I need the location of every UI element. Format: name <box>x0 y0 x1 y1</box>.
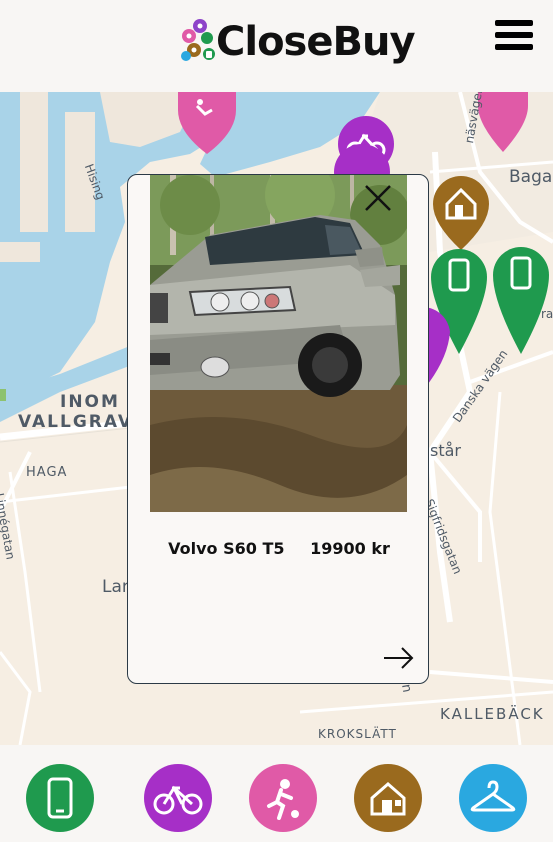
map-label-vallgrav: VALLGRAV <box>18 412 134 432</box>
close-icon[interactable] <box>363 183 393 213</box>
map-label-inom: INOM <box>60 392 120 412</box>
listing-price: 19900 kr <box>310 539 390 558</box>
map-label-bagare: Baga <box>509 167 553 187</box>
logo-mark-icon <box>176 16 218 68</box>
map-label-ra: ra <box>541 307 553 321</box>
header: CloseBuy <box>0 0 553 92</box>
map-label-lar: Lar <box>102 577 129 597</box>
logo[interactable]: CloseBuy <box>176 16 416 68</box>
category-electronics-button[interactable] <box>26 764 94 832</box>
listing-title: Volvo S60 T5 <box>168 539 285 558</box>
house-icon <box>370 782 406 816</box>
map-label-haga: HAGA <box>26 465 68 480</box>
category-bar <box>0 745 553 842</box>
map-pin-electronics-2[interactable] <box>493 247 549 354</box>
listing-info: Volvo S60 T5 19900 kr <box>128 539 430 558</box>
bicycle-icon <box>153 785 203 815</box>
category-clothes-button[interactable] <box>459 764 527 832</box>
hanger-icon <box>470 780 516 812</box>
map-label-star: står <box>430 441 461 460</box>
hamburger-menu-icon[interactable] <box>495 20 533 54</box>
category-home-button[interactable] <box>354 764 422 832</box>
soccer-player-icon <box>267 779 299 820</box>
arrow-right-icon[interactable] <box>382 645 416 671</box>
category-sports-button[interactable] <box>249 764 317 832</box>
phone-icon <box>47 777 73 819</box>
brand-name: CloseBuy <box>216 19 416 65</box>
listing-popup[interactable]: Volvo S60 T5 19900 kr <box>127 174 429 684</box>
listing-photo[interactable] <box>150 175 407 512</box>
category-bikes-button[interactable] <box>144 764 212 832</box>
map-label-kallebacken: KALLEBÄCK <box>440 705 545 723</box>
app-root: CloseBuy INOM VALLGRAV HAGA Baga KALLEBÄ… <box>0 0 553 842</box>
map-label-krokslatt: KROKSLÄTT <box>318 727 397 741</box>
